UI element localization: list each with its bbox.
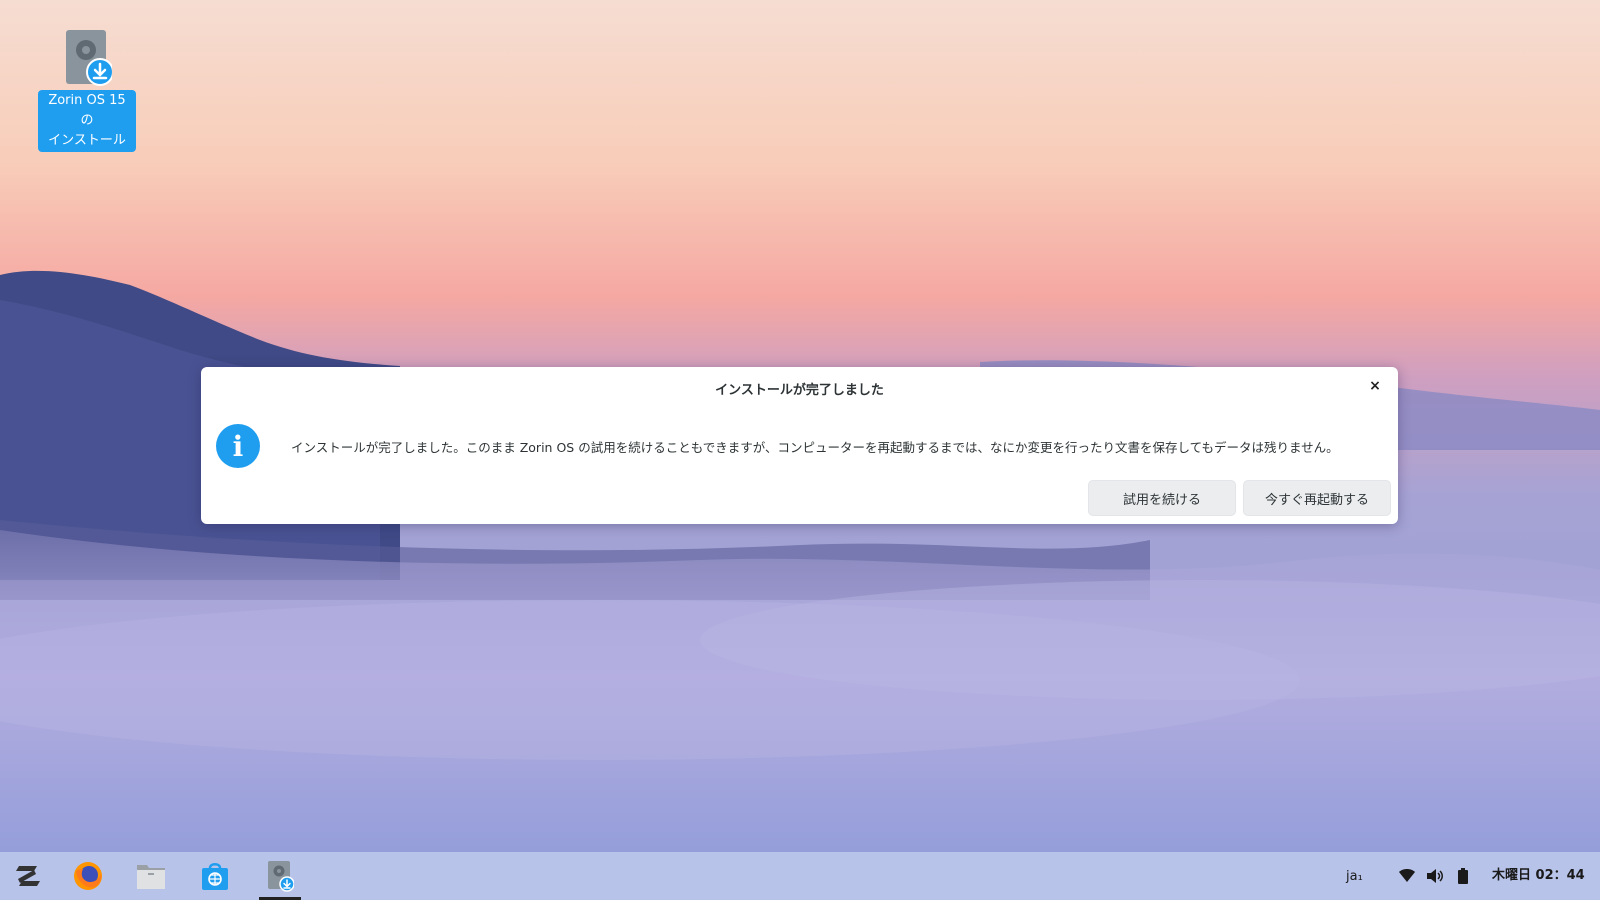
volume-icon (1424, 865, 1446, 887)
files-icon[interactable] (128, 852, 174, 900)
dialog-message: インストールが完了しました。このまま Zorin OS の試用を続けることもでき… (291, 440, 1339, 455)
install-complete-dialog: インストールが完了しました × i インストールが完了しました。このまま Zor… (201, 367, 1398, 524)
desktop-icon-installer[interactable]: Zorin OS 15 の インストール (38, 28, 136, 152)
firefox-icon[interactable] (65, 852, 111, 900)
battery-icon (1452, 865, 1474, 887)
software-store-icon[interactable] (192, 852, 238, 900)
system-tray[interactable] (1396, 852, 1474, 900)
installer-icon[interactable] (257, 852, 303, 900)
desktop-icon-label: Zorin OS 15 の インストール (38, 90, 136, 152)
installer-disk-icon (62, 28, 114, 88)
clock[interactable]: 木曜日 02：44 (1492, 852, 1585, 900)
dialog-title: インストールが完了しました (715, 383, 884, 398)
restart-now-button[interactable]: 今すぐ再起動する (1243, 480, 1391, 516)
input-language-indicator[interactable]: ja₁ (1346, 852, 1363, 900)
wifi-icon (1396, 865, 1418, 887)
taskbar: ja₁ 木曜日 02：44 (0, 852, 1600, 900)
zorin-menu-icon[interactable] (5, 852, 51, 900)
continue-trial-button[interactable]: 試用を続ける (1088, 480, 1236, 516)
close-icon[interactable]: × (1364, 375, 1386, 397)
info-icon: i (216, 424, 260, 468)
